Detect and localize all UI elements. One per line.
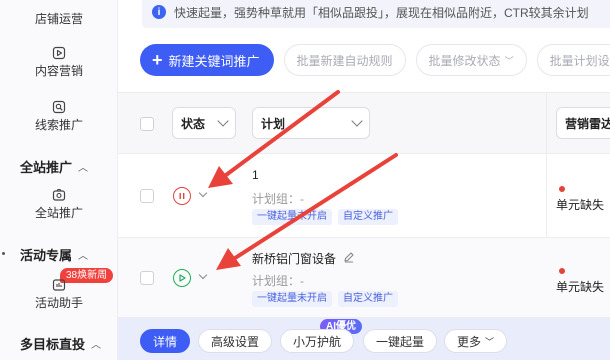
sidebar-item-label: 内容营销 <box>34 64 83 78</box>
sidebar-item-label: 全站推广 <box>34 206 83 220</box>
sidebar-item-store-ops[interactable]: 店铺运营 <box>0 2 118 26</box>
play-icon <box>52 46 66 60</box>
camera-icon <box>52 188 66 201</box>
tag-boost-off: 一键起量未开启 <box>252 209 332 225</box>
sidebar-item-fullsite-promotion[interactable]: 全站推广 <box>0 188 118 220</box>
sidebar-item-label: 线索推广 <box>34 118 83 132</box>
xiaowan-escort-label: 小万护航 <box>293 334 342 349</box>
notice-text: 快速起量，强势种草就用「相似品跟投」，展现在相似品附近，CTR较其余计划 <box>174 5 589 20</box>
sidebar-item-lead-promotion[interactable]: 线索推广 <box>0 100 118 132</box>
chevron-down-icon: ﹀ <box>485 336 495 347</box>
plan-name[interactable]: 1 <box>252 168 259 182</box>
batch-create-rule-label: 批量新建自动规则 <box>296 53 393 68</box>
sidebar-group-label: 全站推广 <box>20 160 73 175</box>
one-click-boost-button[interactable]: 一键起量 <box>363 329 438 353</box>
batch-create-rule-button[interactable]: 批量新建自动规则 <box>283 44 406 76</box>
tag-custom-promotion: 自定义推广 <box>338 291 398 307</box>
row-checkbox[interactable] <box>140 271 154 285</box>
plan-name[interactable]: 新桥铝门窗设备 <box>252 250 336 267</box>
play-status-button[interactable] <box>173 269 191 287</box>
batch-plan-button[interactable]: 批量计划设 <box>536 44 610 76</box>
new-keyword-plan-button[interactable]: + 新建关键词推广 <box>140 44 274 76</box>
status-chevron-icon[interactable] <box>198 188 208 198</box>
radar-status: 单元缺失 <box>556 198 605 212</box>
warning-dot <box>559 186 565 192</box>
sidebar-item-label: 活动助手 <box>34 296 83 310</box>
activity-icon <box>52 279 66 291</box>
chevron-down-icon <box>351 115 363 127</box>
chevron-down-icon: ﹀ <box>504 55 514 66</box>
xiaowan-escort-button[interactable]: 小万护航 <box>280 329 355 353</box>
sidebar-group-label: 活动专属 <box>20 248 73 263</box>
radar-filter-select[interactable]: 营销雷达 <box>556 107 610 139</box>
sidebar-item-activity-assistant[interactable]: 活动助手 <box>0 278 118 310</box>
chevron-up-icon: ︿ <box>78 163 89 174</box>
plan-group: 计划组：- <box>252 192 304 206</box>
chevron-up-icon: ︿ <box>91 340 102 351</box>
table-header: 状态 计划 营销雷达 <box>118 92 610 154</box>
play-icon <box>179 274 186 282</box>
pause-icon <box>179 193 185 199</box>
advanced-settings-label: 高级设置 <box>211 334 260 349</box>
detail-button[interactable]: 详情 <box>140 329 191 353</box>
detail-label: 详情 <box>153 334 178 349</box>
new-keyword-plan-label: 新建关键词推广 <box>168 53 260 69</box>
info-icon: i <box>152 5 166 19</box>
batch-plan-label: 批量计划设 <box>549 53 610 68</box>
row-action-bar: 详情 高级设置 AI優优 小万护航 一键起量 更多 ﹀ <box>118 318 610 360</box>
lead-icon <box>52 100 66 114</box>
radar-status: 单元缺失 <box>556 280 605 294</box>
sidebar-group-label: 多目标直投 <box>20 337 86 352</box>
notice-banner: i 快速起量，强势种草就用「相似品跟投」，展现在相似品附近，CTR较其余计划 <box>142 0 610 28</box>
sidebar-group-fullsite[interactable]: 全站推广 ︿ <box>20 157 88 176</box>
more-button[interactable]: 更多 ﹀ <box>444 329 508 353</box>
row-checkbox[interactable] <box>140 189 154 203</box>
status-filter-select[interactable]: 状态 <box>172 107 236 139</box>
status-chevron-icon[interactable] <box>198 270 208 280</box>
chevron-up-icon: ︿ <box>78 251 89 262</box>
plus-icon: + <box>152 50 163 70</box>
advanced-settings-button[interactable]: 高级设置 <box>198 329 273 353</box>
pause-status-button[interactable] <box>173 187 191 205</box>
select-all-checkbox[interactable] <box>140 117 154 131</box>
tag-custom-promotion: 自定义推广 <box>338 209 398 225</box>
sidebar-group-multi-target[interactable]: 多目标直投 ︿ <box>20 334 101 353</box>
table-row: 1 计划组：- 一键起量未开启 自定义推广 单元缺失 <box>118 154 610 238</box>
divider-dot <box>2 252 5 255</box>
batch-status-label: 批量修改状态 <box>428 53 501 68</box>
radar-header-label: 营销雷达 <box>565 116 610 131</box>
more-label: 更多 <box>457 334 482 349</box>
tag-boost-off: 一键起量未开启 <box>252 291 332 307</box>
chevron-down-icon <box>217 115 229 127</box>
table-row: 新桥铝门窗设备 计划组：- 一键起量未开启 自定义推广 单元缺失 <box>118 238 610 318</box>
toolbar: + 新建关键词推广 批量新建自动规则 批量修改状态 ﹀ 批量计划设 <box>140 44 610 76</box>
sidebar-item-content-marketing[interactable]: 内容营销 <box>0 46 118 78</box>
plan-group: 计划组：- <box>252 274 304 288</box>
edit-icon[interactable] <box>343 251 355 263</box>
plan-filter-select[interactable]: 计划 <box>252 107 370 139</box>
sidebar-item-label: 店铺运营 <box>34 12 83 26</box>
left-sidebar: 店铺运营 内容营销 线索推广 全站推广 ︿ 全站推广 活动专属 ︿ 38焕新周 <box>0 0 118 360</box>
sidebar-group-activity[interactable]: 活动专属 ︿ <box>20 245 88 264</box>
one-click-boost-label: 一键起量 <box>376 334 425 349</box>
batch-status-button[interactable]: 批量修改状态 ﹀ <box>415 44 527 76</box>
status-header-label: 状态 <box>181 116 206 131</box>
warning-dot <box>559 268 565 274</box>
main-content: i 快速起量，强势种草就用「相似品跟投」，展现在相似品附近，CTR较其余计划 +… <box>118 0 610 360</box>
plan-header-label: 计划 <box>261 116 286 131</box>
